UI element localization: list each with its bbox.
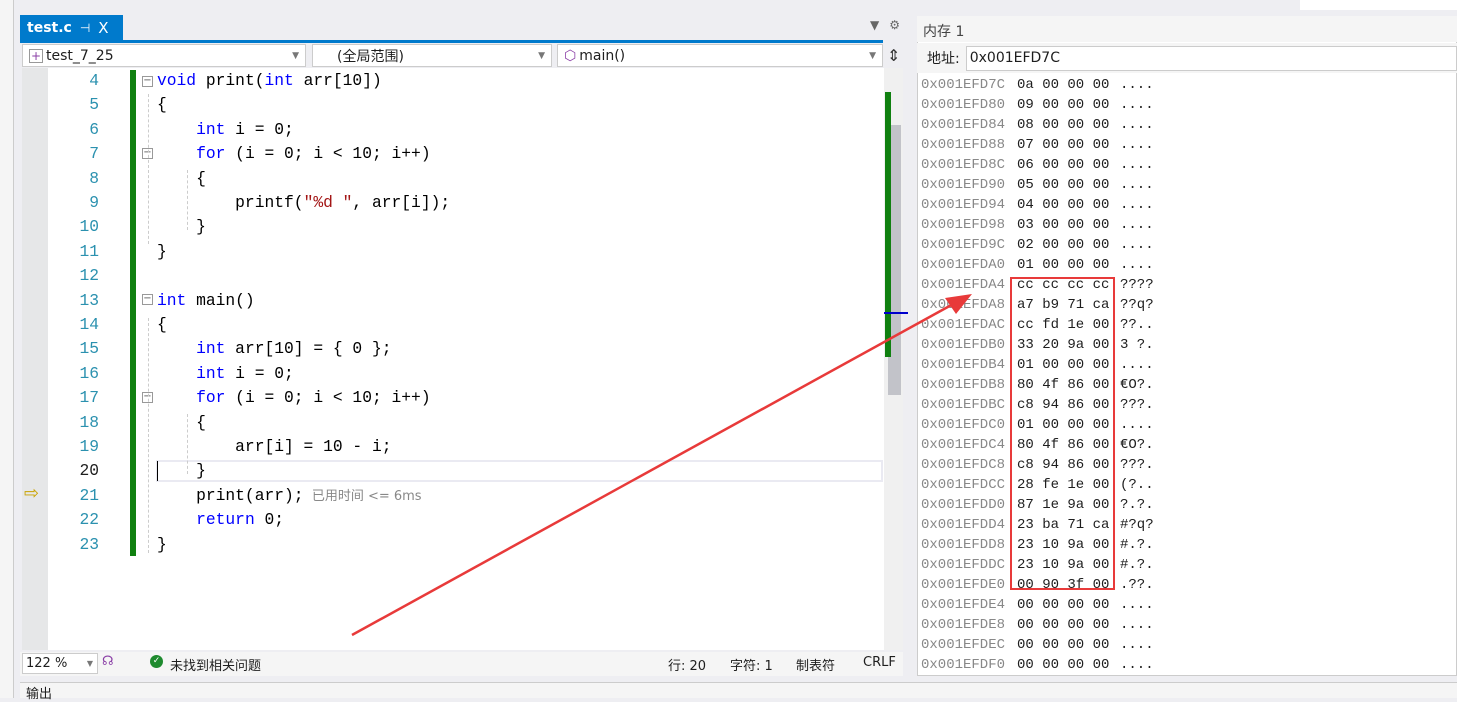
annotation-arrow bbox=[351, 294, 972, 637]
arrow-head bbox=[945, 294, 972, 314]
arrow-line bbox=[351, 301, 956, 637]
